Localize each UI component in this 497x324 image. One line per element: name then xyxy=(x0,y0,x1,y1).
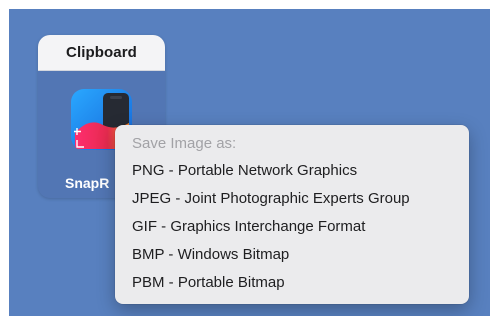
menu-header: Save Image as: xyxy=(132,135,237,152)
menu-item-jpeg[interactable]: JPEG - Joint Photographic Experts Group xyxy=(115,185,469,213)
menu-item-png[interactable]: PNG - Portable Network Graphics xyxy=(115,157,469,185)
widget-header: Clipboard xyxy=(38,35,165,71)
menu-item-bmp[interactable]: BMP - Windows Bitmap xyxy=(115,241,469,269)
desktop-background: Clipboard SnapR Save Image as: PNG - Por… xyxy=(9,9,490,316)
menu-item-gif[interactable]: GIF - Graphics Interchange Format xyxy=(115,213,469,241)
app-name-label: SnapR xyxy=(65,175,110,191)
widget-title: Clipboard xyxy=(66,44,137,61)
save-image-context-menu: Save Image as: PNG - Portable Network Gr… xyxy=(115,125,469,304)
menu-item-pbm[interactable]: PBM - Portable Bitmap xyxy=(115,269,469,297)
